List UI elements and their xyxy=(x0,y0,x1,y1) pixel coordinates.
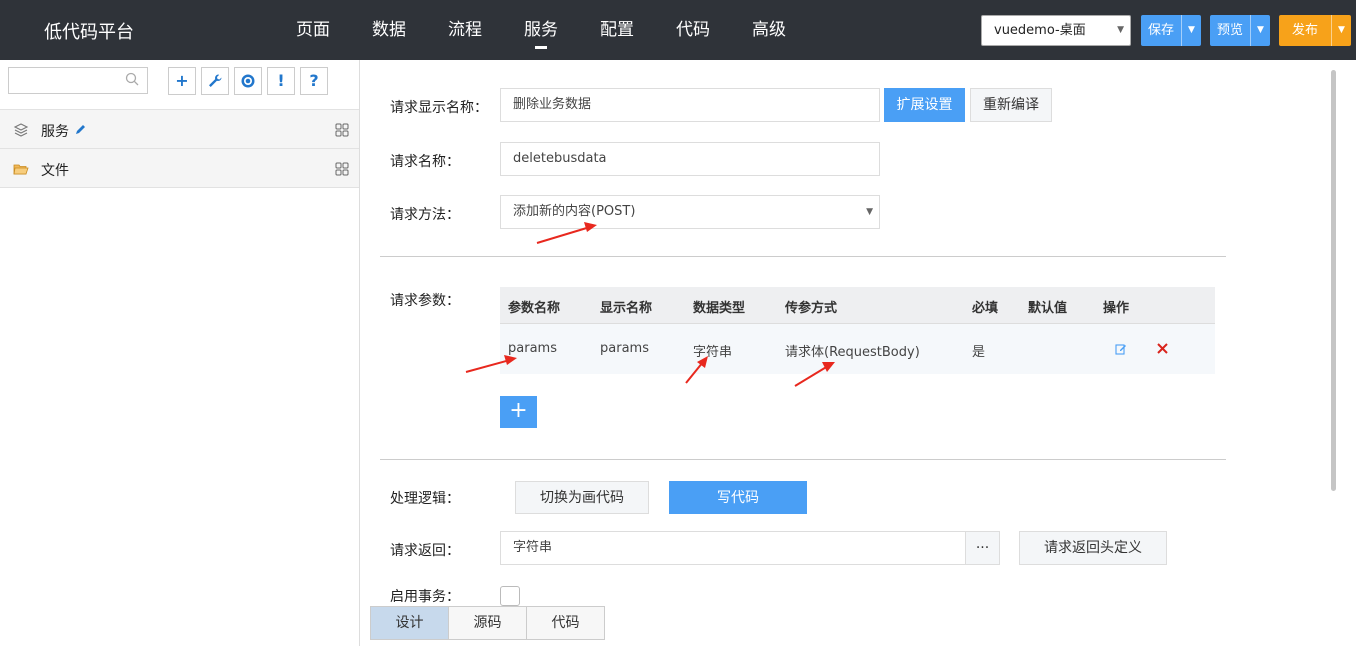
nav-advanced[interactable]: 高级 xyxy=(731,0,807,60)
scrollbar[interactable] xyxy=(1331,70,1336,491)
left-sidebar: + ! ? 服务 文件 xyxy=(0,60,360,646)
top-bar: 低代码平台 页面 数据 流程 服务 配置 代码 高级 vuedemo-桌面 ▼ … xyxy=(0,0,1356,60)
tab-design[interactable]: 设计 xyxy=(370,606,449,640)
preview-button[interactable]: 预览 xyxy=(1210,15,1251,46)
project-select-value: vuedemo-桌面 xyxy=(994,23,1086,38)
sidebar-search[interactable] xyxy=(8,67,148,94)
preview-split-button: 预览 ▼ xyxy=(1210,15,1271,46)
request-params-label: 请求参数： xyxy=(390,293,460,309)
request-method-value: 添加新的内容(POST) xyxy=(513,204,636,219)
logic-label: 处理逻辑： xyxy=(390,491,460,507)
transaction-checkbox[interactable] xyxy=(500,586,520,606)
write-code-button[interactable]: 写代码 xyxy=(669,481,807,514)
recompile-button[interactable]: 重新编译 xyxy=(970,88,1052,122)
return-type-input[interactable]: 字符串 xyxy=(500,531,966,565)
col-actions: 操作 xyxy=(1103,301,1130,316)
target-icon[interactable] xyxy=(234,67,262,95)
chevron-down-icon: ▼ xyxy=(866,207,873,217)
help-icon[interactable]: ? xyxy=(300,67,328,95)
ext-settings-button[interactable]: 扩展设置 xyxy=(884,88,965,122)
col-display-name: 显示名称 xyxy=(600,301,653,316)
cell-pass-mode: 请求体(RequestBody) xyxy=(785,345,920,360)
edit-icon[interactable] xyxy=(1115,343,1127,355)
add-param-button[interactable]: + xyxy=(500,396,537,428)
main-nav: 页面 数据 流程 服务 配置 代码 高级 xyxy=(275,0,807,60)
switch-visual-code-button[interactable]: 切换为画代码 xyxy=(515,481,649,514)
sidebar-item-label: 服务 xyxy=(41,124,69,140)
main-content: 请求显示名称： 删除业务数据 扩展设置 重新编译 请求名称： deletebus… xyxy=(361,60,1356,646)
request-name-input[interactable]: deletebusdata xyxy=(500,142,880,176)
delete-icon[interactable] xyxy=(1156,342,1169,355)
cell-data-type: 字符串 xyxy=(693,345,733,360)
bottom-tabs: 设计 源码 代码 xyxy=(370,606,605,640)
display-name-label: 请求显示名称： xyxy=(390,100,488,116)
col-pass-mode: 传参方式 xyxy=(785,301,838,316)
col-required: 必填 xyxy=(972,301,999,316)
add-icon[interactable]: + xyxy=(168,67,196,95)
return-header-button[interactable]: 请求返回头定义 xyxy=(1019,531,1167,565)
publish-dropdown-icon[interactable]: ▼ xyxy=(1331,15,1352,46)
layers-icon xyxy=(13,123,29,137)
save-button[interactable]: 保存 xyxy=(1141,15,1182,46)
return-label: 请求返回： xyxy=(390,543,460,559)
search-icon xyxy=(125,72,139,86)
col-data-type: 数据类型 xyxy=(693,301,746,316)
table-row: params params 字符串 请求体(RequestBody) 是 xyxy=(500,324,1215,374)
project-select[interactable]: vuedemo-桌面 ▼ xyxy=(981,15,1131,46)
return-more-button[interactable]: ··· xyxy=(965,531,1000,565)
warning-icon[interactable]: ! xyxy=(267,67,295,95)
col-default: 默认值 xyxy=(1028,301,1068,316)
grid-icon[interactable] xyxy=(335,162,349,176)
cell-param-name: params xyxy=(508,341,557,356)
table-header: 参数名称 显示名称 数据类型 传参方式 必填 默认值 操作 xyxy=(500,287,1215,324)
cell-display-name: params xyxy=(600,341,649,356)
col-param-name: 参数名称 xyxy=(508,301,561,316)
display-name-input[interactable]: 删除业务数据 xyxy=(500,88,880,122)
chevron-down-icon: ▼ xyxy=(1117,25,1124,35)
nav-page[interactable]: 页面 xyxy=(275,0,351,60)
wrench-icon[interactable] xyxy=(201,67,229,95)
sidebar-item-file[interactable]: 文件 xyxy=(0,148,359,188)
tab-code[interactable]: 代码 xyxy=(526,606,605,640)
request-name-label: 请求名称： xyxy=(390,154,460,170)
nav-service[interactable]: 服务 xyxy=(503,0,579,60)
nav-code[interactable]: 代码 xyxy=(655,0,731,60)
sidebar-item-label: 文件 xyxy=(41,163,69,179)
save-split-button: 保存 ▼ xyxy=(1141,15,1202,46)
params-table: 参数名称 显示名称 数据类型 传参方式 必填 默认值 操作 params par… xyxy=(500,287,1215,374)
request-method-select[interactable]: 添加新的内容(POST) ▼ xyxy=(500,195,880,229)
grid-icon[interactable] xyxy=(335,123,349,137)
divider xyxy=(380,256,1226,257)
nav-flow[interactable]: 流程 xyxy=(427,0,503,60)
sidebar-item-service[interactable]: 服务 xyxy=(0,109,359,149)
brand-title: 低代码平台 xyxy=(44,22,134,43)
publish-button[interactable]: 发布 xyxy=(1279,15,1332,46)
nav-data[interactable]: 数据 xyxy=(351,0,427,60)
request-method-label: 请求方法： xyxy=(390,207,460,223)
cell-required: 是 xyxy=(972,345,986,360)
tab-source[interactable]: 源码 xyxy=(448,606,527,640)
edit-pencil-icon[interactable] xyxy=(74,123,87,136)
preview-dropdown-icon[interactable]: ▼ xyxy=(1250,15,1271,46)
save-dropdown-icon[interactable]: ▼ xyxy=(1181,15,1202,46)
folder-icon xyxy=(13,164,29,175)
transaction-label: 启用事务： xyxy=(390,589,460,605)
nav-config[interactable]: 配置 xyxy=(579,0,655,60)
divider xyxy=(380,459,1226,460)
publish-split-button: 发布 ▼ xyxy=(1279,15,1352,46)
